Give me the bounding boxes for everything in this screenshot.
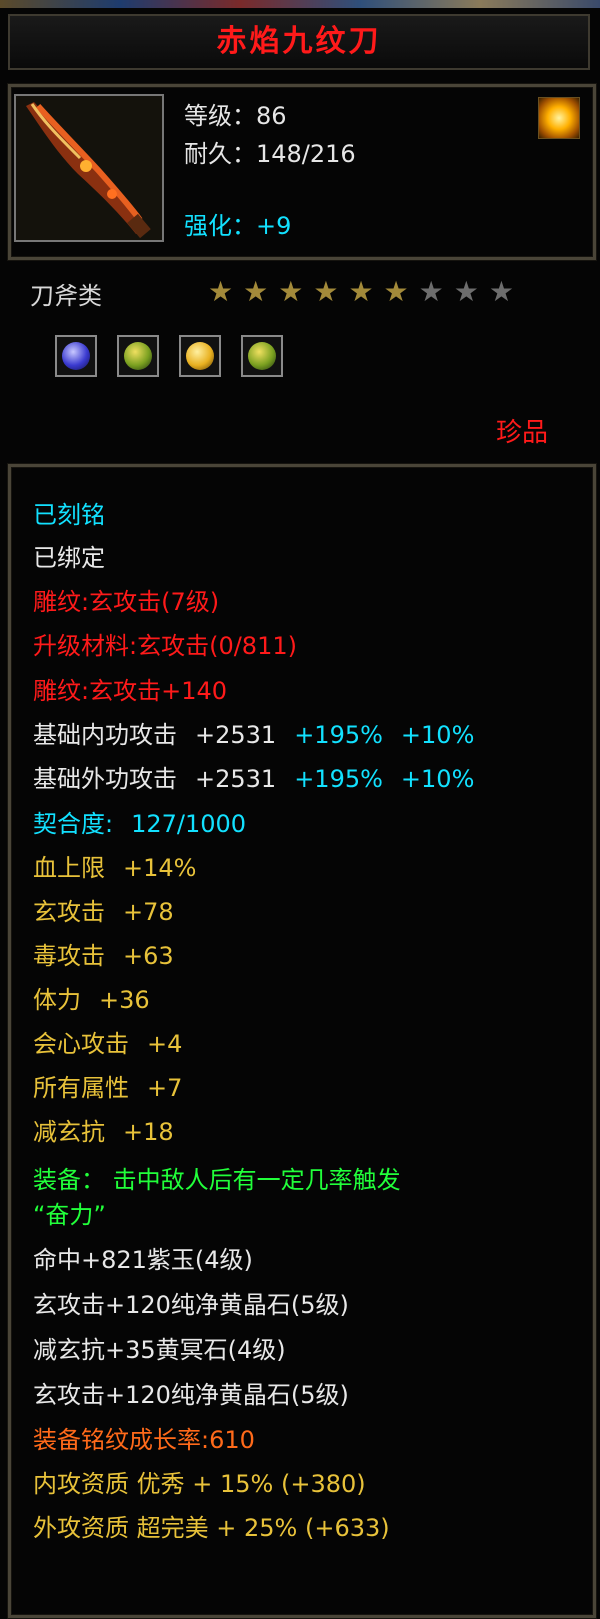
- green-gold-gem-icon: [124, 342, 152, 370]
- stat-row: 减玄抗 +18: [33, 1118, 174, 1146]
- outer-attack-label: 基础外功攻击: [33, 765, 177, 793]
- inner-attack-pct2: +10%: [400, 721, 475, 749]
- outer-attack-pct1: +195%: [294, 765, 383, 793]
- carving-bonus: 雕纹:玄攻击+140: [33, 677, 228, 705]
- equip-effect-line1: 装备： 击中敌人后有一定几率触发: [33, 1166, 401, 1194]
- stat-value: +63: [123, 942, 174, 970]
- growth-rate: 装备铭纹成长率:610: [33, 1426, 255, 1454]
- star-empty-icon: ★: [418, 275, 444, 308]
- stat-label: 血上限: [33, 854, 105, 882]
- affinity-label: 契合度:: [33, 810, 114, 838]
- top-border-strip: [0, 0, 600, 8]
- yellow-gem-icon: [186, 342, 214, 370]
- outer-quality: 外攻资质 超完美 + 25% (+633): [33, 1514, 390, 1542]
- star-filled-icon: ★: [208, 275, 234, 308]
- star-filled-icon: ★: [278, 275, 304, 308]
- affinity-value: 127/1000: [131, 810, 247, 838]
- star-filled-icon: ★: [348, 275, 374, 308]
- item-category: 刀斧类: [30, 282, 102, 310]
- item-level: 等级：86: [184, 102, 287, 130]
- item-enhance: 强化：+9: [184, 212, 292, 240]
- inner-attack-flat: +2531: [195, 721, 277, 749]
- star-empty-icon: ★: [453, 275, 479, 308]
- stat-value: +78: [123, 898, 174, 926]
- rarity-label: 珍品: [496, 418, 549, 448]
- star-filled-icon: ★: [313, 275, 339, 308]
- stat-label: 玄攻击: [33, 898, 105, 926]
- engraved-status: 已刻铭: [33, 501, 105, 529]
- purple-gem-icon: [62, 342, 90, 370]
- stat-label: 毒攻击: [33, 942, 105, 970]
- outer-attack-pct2: +10%: [400, 765, 475, 793]
- star-rating: ★ ★ ★ ★ ★ ★ ★ ★ ★: [208, 278, 514, 306]
- item-durability: 耐久：148/216: [184, 140, 356, 168]
- item-icon-frame: [14, 94, 164, 242]
- stat-row: 体力 +36: [33, 986, 150, 1014]
- star-filled-icon: ★: [243, 275, 269, 308]
- gem-slot-3[interactable]: [179, 335, 221, 377]
- saber-icon: [16, 96, 162, 240]
- stat-label: 所有属性: [33, 1074, 129, 1102]
- stat-label: 会心攻击: [33, 1030, 129, 1058]
- stat-value: +36: [99, 986, 150, 1014]
- inner-quality: 内攻资质 优秀 + 15% (+380): [33, 1470, 366, 1498]
- gem-slot-1[interactable]: [55, 335, 97, 377]
- stat-value: +7: [147, 1074, 183, 1102]
- socket-row: 玄攻击+120纯净黄晶石(5级): [33, 1291, 349, 1319]
- item-name: 赤焰九纹刀: [216, 24, 382, 59]
- stat-row: 会心攻击 +4: [33, 1030, 182, 1058]
- stat-row: 血上限 +14%: [33, 854, 196, 882]
- socket-row: 玄攻击+120纯净黄晶石(5级): [33, 1381, 349, 1409]
- upgrade-material: 升级材料:玄攻击(0/811): [33, 632, 297, 660]
- green-gold-gem-icon: [248, 342, 276, 370]
- star-filled-icon: ★: [383, 275, 409, 308]
- bound-status: 已绑定: [33, 544, 105, 572]
- stat-row: 毒攻击 +63: [33, 942, 174, 970]
- gem-slot-4[interactable]: [241, 335, 283, 377]
- stat-label: 体力: [33, 986, 81, 1014]
- inner-attack-pct1: +195%: [294, 721, 383, 749]
- title-bar: 赤焰九纹刀: [8, 14, 590, 70]
- stat-row: 所有属性 +7: [33, 1074, 182, 1102]
- stat-label: 减玄抗: [33, 1118, 105, 1146]
- socket-row: 命中+821紫玉(4级): [33, 1246, 253, 1274]
- inner-attack-row: 基础内功攻击 +2531 +195% +10%: [33, 721, 474, 749]
- outer-attack-flat: +2531: [195, 765, 277, 793]
- stat-value: +18: [123, 1118, 174, 1146]
- carving-level: 雕纹:玄攻击(7级): [33, 588, 220, 616]
- outer-attack-row: 基础外功攻击 +2531 +195% +10%: [33, 765, 474, 793]
- affinity-row: 契合度: 127/1000: [33, 810, 246, 838]
- flame-icon: [538, 97, 580, 139]
- equip-effect-line2: “奋力”: [33, 1201, 106, 1229]
- stat-row: 玄攻击 +78: [33, 898, 174, 926]
- stat-value: +14%: [123, 854, 197, 882]
- gem-slot-2[interactable]: [117, 335, 159, 377]
- socket-row: 减玄抗+35黄冥石(4级): [33, 1336, 286, 1364]
- star-empty-icon: ★: [488, 275, 514, 308]
- inner-attack-label: 基础内功攻击: [33, 721, 177, 749]
- stat-value: +4: [147, 1030, 183, 1058]
